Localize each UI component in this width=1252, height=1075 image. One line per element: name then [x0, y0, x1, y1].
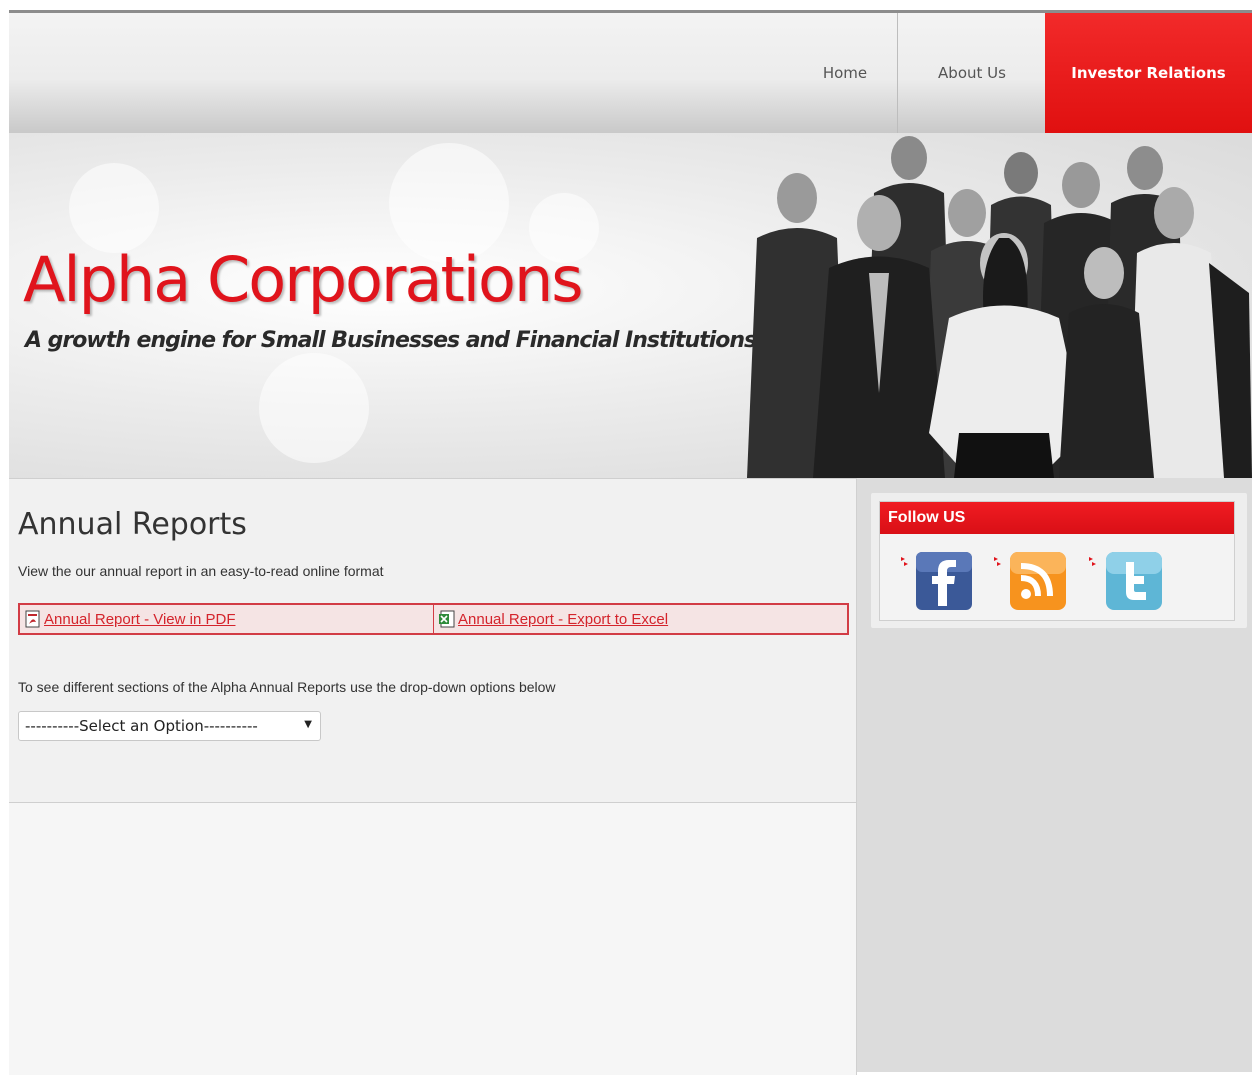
bullet-icon	[994, 557, 1001, 566]
chevron-down-icon: ▼	[304, 719, 312, 730]
sidebar: Follow US	[871, 493, 1247, 628]
page: Home About Us Investor Relations Alpha C…	[9, 10, 1252, 1075]
report-link-cell: Annual Report - Export to Excel	[433, 605, 847, 633]
dropdown-hint: To see different sections of the Alpha A…	[18, 679, 556, 695]
rss-icon[interactable]	[1008, 550, 1068, 612]
nav-item-home[interactable]: Home	[793, 13, 897, 133]
nav-item-about-us[interactable]: About Us	[897, 13, 1046, 133]
hero-banner: Alpha Corporations A growth engine for S…	[9, 133, 1252, 478]
section-description: View the our annual report in an easy-to…	[18, 563, 384, 579]
nav-item-investor-relations[interactable]: Investor Relations	[1045, 13, 1252, 133]
facebook-icon[interactable]	[914, 550, 974, 612]
brand-title: Alpha Corporations	[23, 243, 584, 316]
select-value: ----------Select an Option----------	[25, 717, 258, 735]
report-link-cell: Annual Report - View in PDF	[20, 605, 433, 633]
export-excel-link[interactable]: Annual Report - Export to Excel	[458, 611, 668, 628]
business-team-photo	[747, 136, 1252, 478]
bokeh-decoration	[69, 163, 159, 253]
annual-reports-section: Annual Reports View the our annual repor…	[9, 478, 857, 803]
report-section-select[interactable]: ----------Select an Option---------- ▼	[18, 711, 321, 741]
excel-icon	[439, 610, 455, 628]
view-pdf-link[interactable]: Annual Report - View in PDF	[44, 611, 235, 628]
page-title: Annual Reports	[18, 507, 247, 542]
follow-us-box: Follow US	[879, 501, 1235, 621]
top-nav: Home About Us Investor Relations	[9, 13, 1252, 133]
content-area-empty	[9, 803, 857, 1075]
brand-tagline: A growth engine for Small Businesses and…	[25, 328, 757, 353]
bullet-icon	[1089, 557, 1096, 566]
pdf-icon	[25, 610, 40, 628]
twitter-icon[interactable]	[1104, 550, 1164, 612]
bullet-icon	[901, 557, 908, 566]
report-links-table: Annual Report - View in PDF Annual Repor…	[18, 603, 849, 635]
bokeh-decoration	[259, 353, 369, 463]
follow-us-title: Follow US	[880, 502, 1234, 534]
